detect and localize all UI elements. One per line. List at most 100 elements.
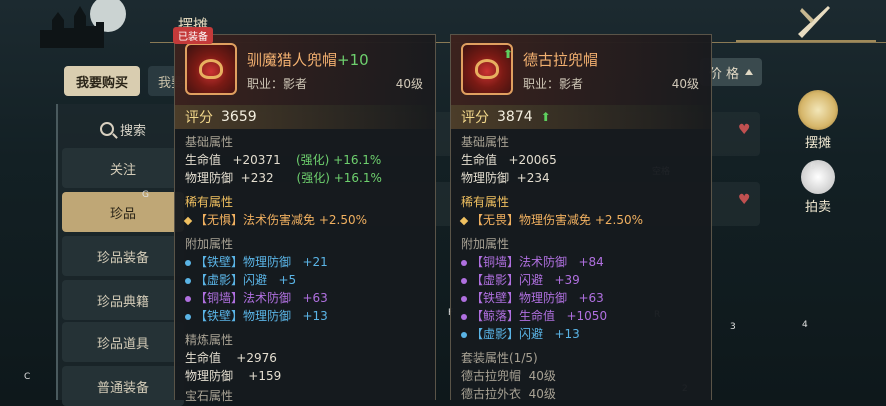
attr-line: 生命值 +20065 bbox=[461, 151, 557, 168]
item-class: 职业：影者 bbox=[247, 77, 308, 91]
dot-icon bbox=[461, 277, 467, 284]
heart-icon[interactable]: ♥ bbox=[738, 193, 752, 207]
rare-attr-line: 【无畏】物理伤害减免 +2.50% bbox=[459, 211, 643, 228]
attr-line: 物理防御 +232 (强化) +16.1% bbox=[185, 169, 382, 186]
rare-attr-title: 稀有属性 bbox=[461, 195, 510, 209]
attr-name: 物理防御 bbox=[185, 171, 234, 185]
attr-value: +63 bbox=[578, 291, 604, 305]
set-attr-title: 套装属性(1/5) bbox=[461, 351, 538, 365]
dot-icon bbox=[461, 331, 467, 338]
attr-value: +20371 bbox=[232, 153, 281, 167]
refine-attr-line: 物理防御 +159 bbox=[185, 367, 281, 384]
dot-icon bbox=[461, 295, 467, 302]
decorative-line bbox=[736, 40, 876, 42]
attr-name: 闪避 bbox=[519, 273, 544, 287]
auction-icon bbox=[801, 160, 835, 194]
stall-button[interactable]: 摆摊 bbox=[796, 90, 840, 151]
attr-tag: 【虚影】 bbox=[471, 273, 520, 287]
refine-attr-line: 生命值 +2976 bbox=[185, 349, 277, 366]
overlay-key-label: 4 bbox=[802, 320, 808, 330]
sidebar-item-treasure[interactable]: 珍品 bbox=[62, 192, 184, 232]
attr-tag: 【铁壁】 bbox=[195, 309, 244, 323]
rare-attr-text: 【无惧】法术伤害减免 +2.50% bbox=[195, 213, 367, 227]
extra-attr-line: 【铁壁】物理防御 +63 bbox=[461, 289, 604, 306]
attr-name: 物理防御 bbox=[185, 369, 234, 383]
item-level: 40级 bbox=[395, 77, 423, 91]
sort-up-icon bbox=[745, 69, 754, 75]
attr-tag: 【鲸落】 bbox=[471, 309, 520, 323]
attr-tag: 【虚影】 bbox=[195, 273, 244, 287]
stall-label: 摆摊 bbox=[804, 136, 831, 151]
sidebar-item-follow[interactable]: 关注 bbox=[62, 148, 184, 188]
tab-buy[interactable]: 我要购买 bbox=[64, 66, 140, 96]
dot-icon bbox=[461, 313, 467, 320]
helmet-icon: ⬆ bbox=[461, 43, 513, 95]
refine-attr-title: 精炼属性 bbox=[185, 333, 234, 347]
attr-bonus: (强化) +16.1% bbox=[295, 153, 382, 167]
extra-attr-line: 【铜墙】法术防御 +84 bbox=[461, 253, 604, 270]
attr-value: +13 bbox=[554, 327, 580, 341]
extra-attr-line: 【虚影】闪避 +13 bbox=[461, 325, 580, 342]
dot-icon bbox=[185, 277, 191, 284]
upgrade-arrow-icon: ⬆ bbox=[503, 47, 514, 61]
attr-value: +84 bbox=[578, 255, 604, 269]
attr-name: 法术防御 bbox=[519, 255, 568, 269]
set-item-line: 德古拉外衣 40级 bbox=[461, 385, 556, 402]
attr-name: 物理防御 bbox=[461, 171, 510, 185]
sidebar-item-treasure-equipment[interactable]: 珍品装备 bbox=[62, 236, 184, 276]
item-level: 40级 bbox=[671, 77, 699, 91]
score-value: 3659 bbox=[221, 109, 257, 125]
overlay-key-label: 3 bbox=[730, 322, 736, 332]
price-sort-label: 价 格 bbox=[708, 66, 740, 82]
sidebar-item-treasure-books[interactable]: 珍品典籍 bbox=[62, 280, 184, 320]
attr-name: 物理防御 bbox=[243, 309, 292, 323]
base-attr-title: 基础属性 bbox=[461, 135, 510, 149]
attr-tag: 【铁壁】 bbox=[195, 255, 244, 269]
heart-icon[interactable]: ♥ bbox=[738, 123, 752, 137]
auction-button[interactable]: 拍卖 bbox=[796, 160, 840, 215]
attr-name: 闪避 bbox=[243, 273, 268, 287]
attr-value: +2976 bbox=[236, 351, 277, 365]
extra-attr-line: 【虚影】闪避 +39 bbox=[461, 271, 580, 288]
attr-tag: 【铜墙】 bbox=[195, 291, 244, 305]
helmet-icon bbox=[185, 43, 237, 95]
set-item-level: 40级 bbox=[528, 387, 556, 401]
attr-line: 物理防御 +234 bbox=[461, 169, 550, 186]
search-icon bbox=[99, 122, 114, 136]
diamond-icon bbox=[459, 216, 469, 225]
gem-attr-title: 宝石属性 bbox=[185, 389, 234, 403]
attr-name: 生命值 bbox=[185, 153, 222, 167]
set-item-name: 德古拉兜帽 bbox=[461, 369, 522, 383]
castle-silhouette-icon bbox=[40, 0, 126, 48]
search-button[interactable]: 搜索 bbox=[62, 116, 184, 142]
stall-icon bbox=[798, 90, 838, 130]
extra-attr-title: 附加属性 bbox=[185, 237, 234, 251]
attr-bonus: (强化) +16.1% bbox=[296, 171, 382, 185]
base-attr-title: 基础属性 bbox=[185, 135, 234, 149]
attr-value: +232 bbox=[240, 171, 274, 185]
score-label: 评分 bbox=[461, 110, 489, 126]
attr-value: +1050 bbox=[566, 309, 608, 323]
diamond-icon bbox=[183, 216, 193, 225]
rare-attr-text: 【无畏】物理伤害减免 +2.50% bbox=[471, 213, 643, 227]
overlay-key-label: G bbox=[142, 190, 149, 200]
extra-attr-title: 附加属性 bbox=[461, 237, 510, 251]
enhance-level: +10 bbox=[337, 51, 369, 69]
attr-name: 生命值 bbox=[185, 351, 222, 365]
dot-icon bbox=[461, 259, 467, 266]
item-name: 驯魔猎人兜帽+10 bbox=[247, 49, 369, 70]
attr-name: 物理防御 bbox=[519, 291, 568, 305]
attr-name: 法术防御 bbox=[243, 291, 292, 305]
set-item-level: 40级 bbox=[528, 369, 556, 383]
set-item-line: 德古拉兜帽 40级 bbox=[461, 367, 556, 384]
item-name: 德古拉兜帽 bbox=[523, 51, 599, 69]
attr-tag: 【虚影】 bbox=[471, 327, 520, 341]
attr-name: 物理防御 bbox=[243, 255, 292, 269]
attr-tag: 【铜墙】 bbox=[471, 255, 520, 269]
item-class: 职业：影者 bbox=[523, 77, 584, 91]
sidebar-item-treasure-props[interactable]: 珍品道具 bbox=[62, 322, 184, 362]
extra-attr-line: 【虚影】闪避 +5 bbox=[185, 271, 296, 288]
sidebar-item-normal-equipment[interactable]: 普通装备 bbox=[62, 366, 184, 406]
overlay-key-label: C bbox=[24, 372, 31, 382]
crossed-swords-icon[interactable] bbox=[794, 2, 834, 42]
